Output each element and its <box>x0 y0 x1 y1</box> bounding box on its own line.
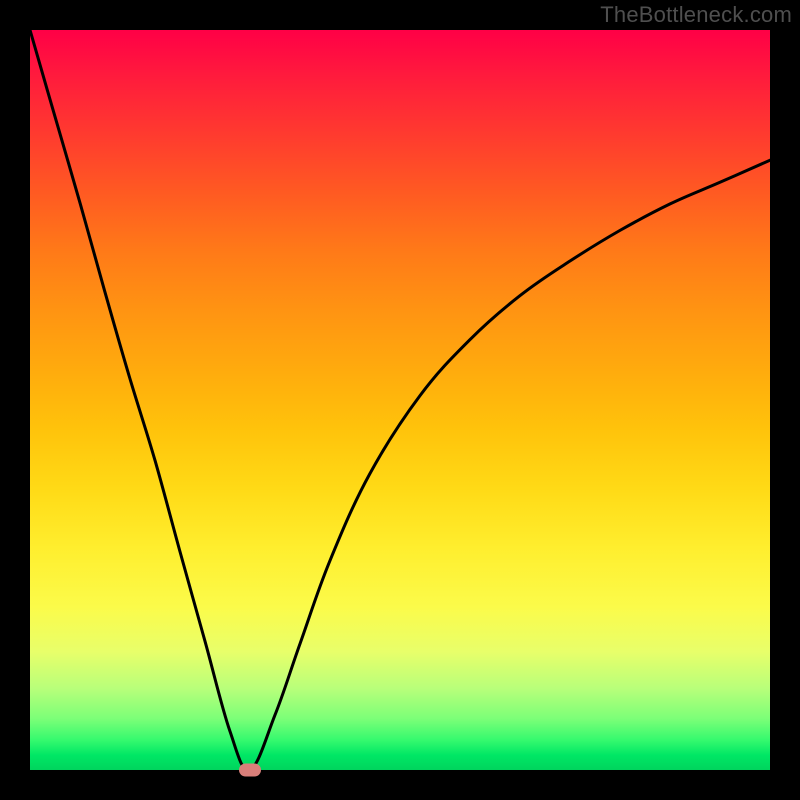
min-marker <box>239 764 261 777</box>
curve-svg <box>30 30 770 770</box>
watermark-text: TheBottleneck.com <box>600 2 792 28</box>
bottleneck-curve-path <box>30 30 770 770</box>
chart-frame: TheBottleneck.com <box>0 0 800 800</box>
plot-area <box>30 30 770 770</box>
